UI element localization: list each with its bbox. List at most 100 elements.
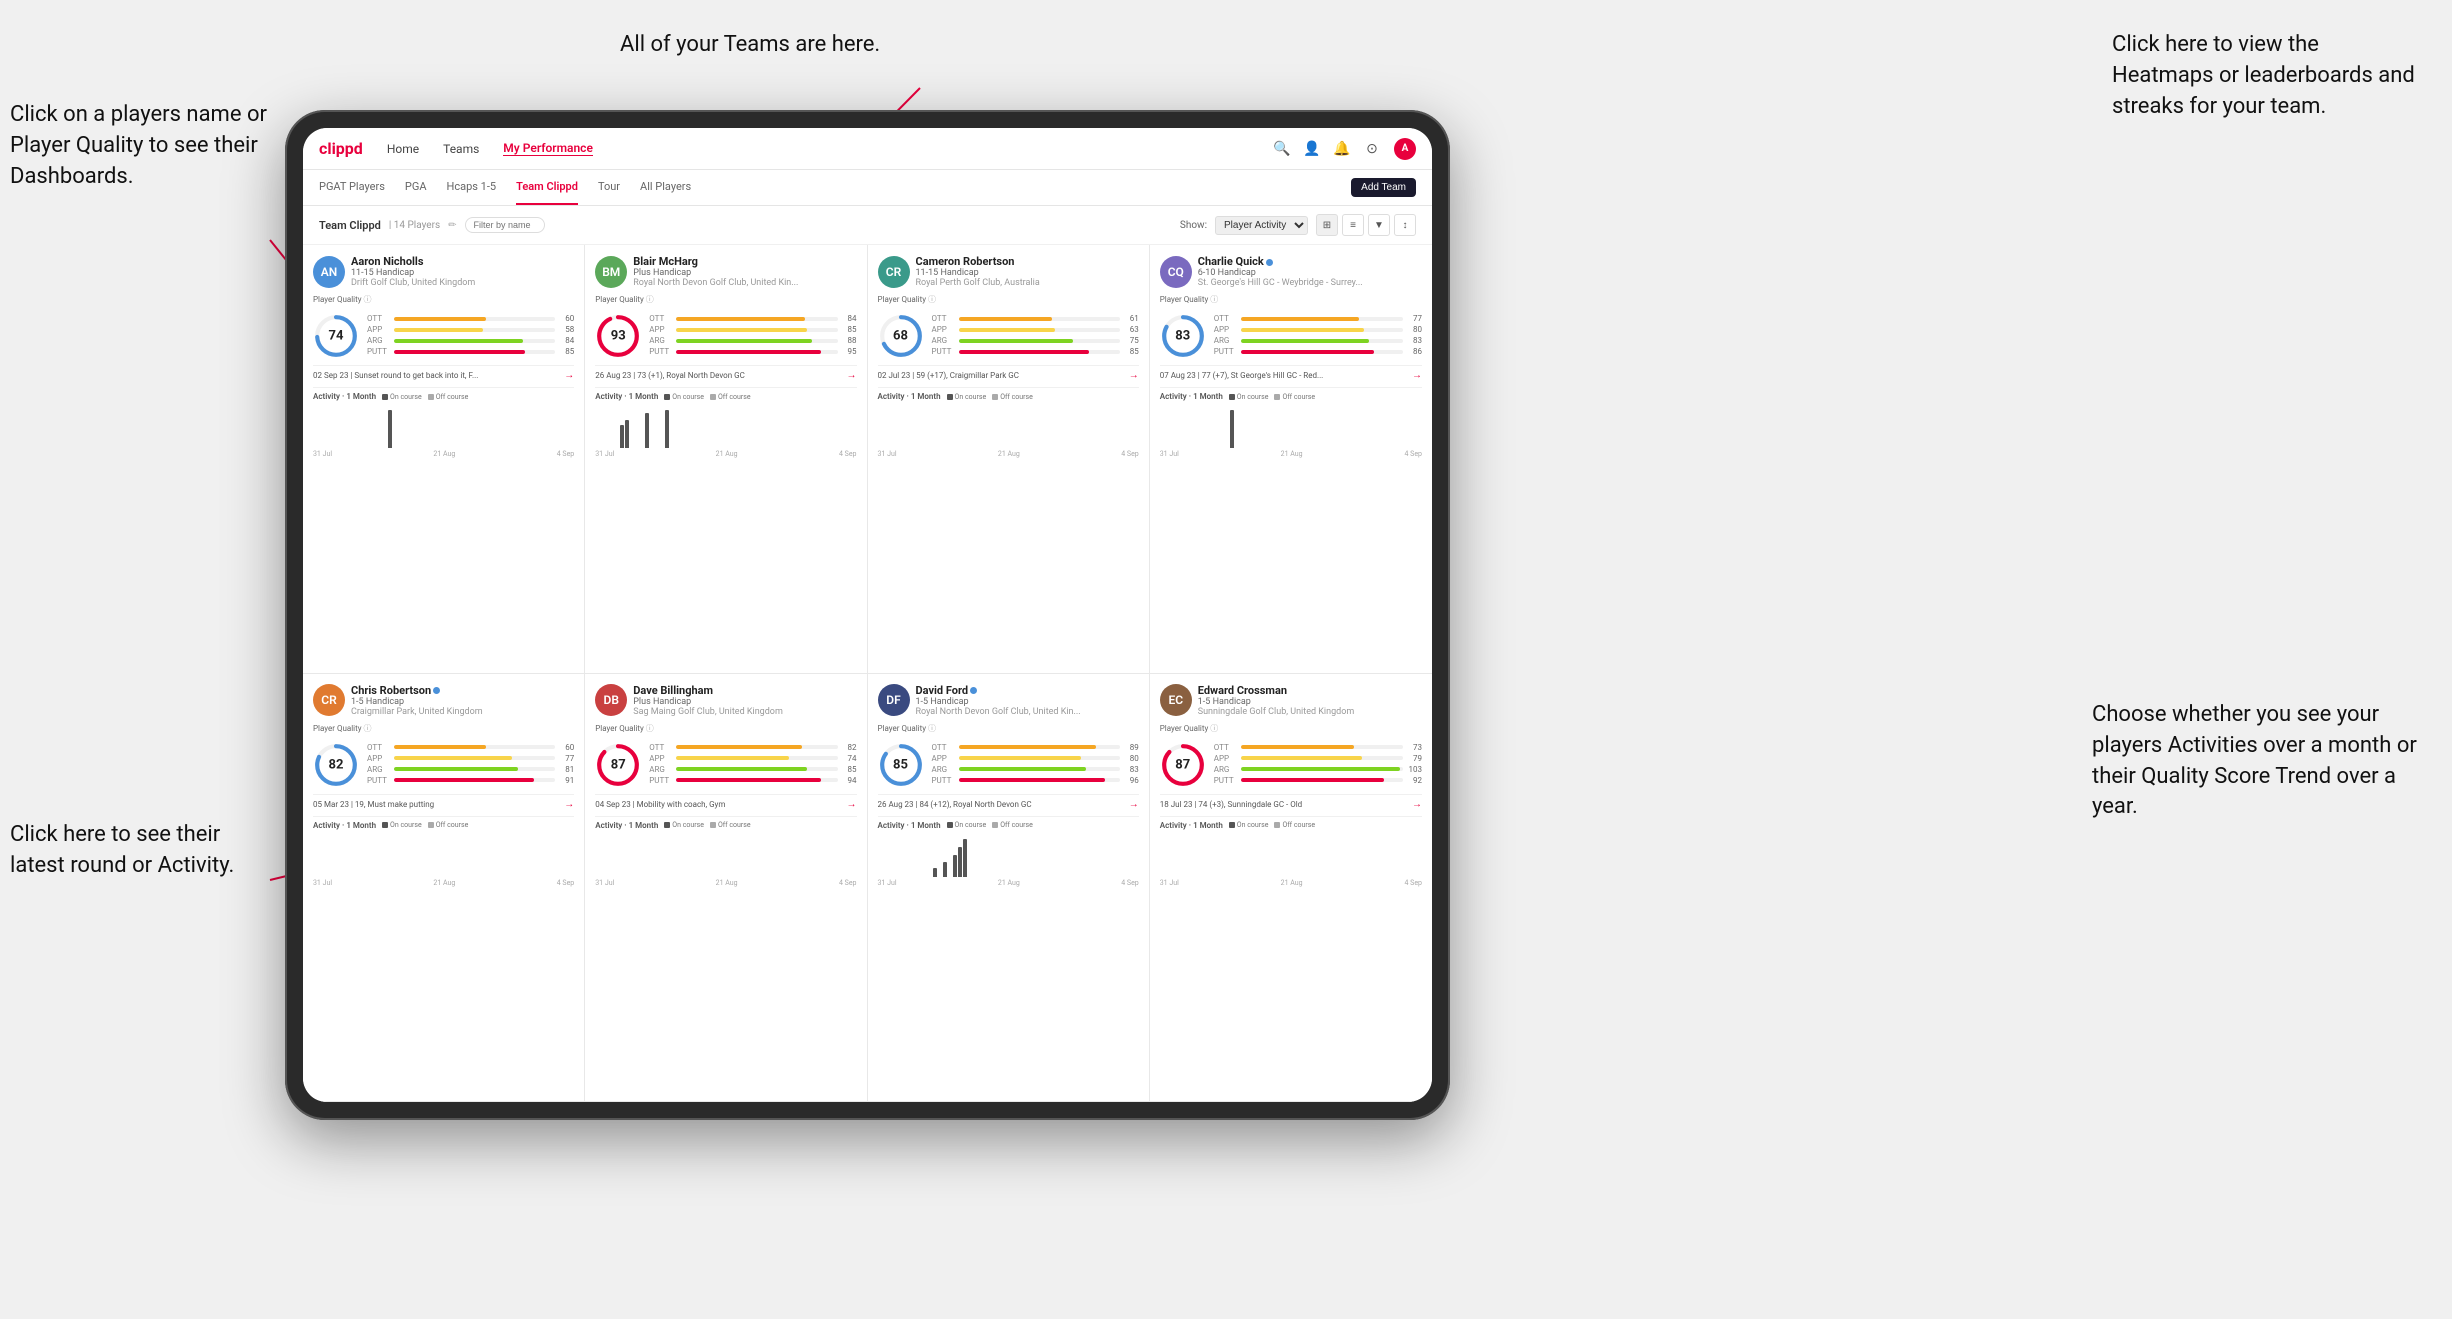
activity-title: Activity · 1 Month: [595, 392, 658, 401]
latest-round[interactable]: 02 Sep 23 | Sunset round to get back int…: [313, 365, 574, 381]
sort-button[interactable]: ↕: [1394, 214, 1416, 236]
grid-view-button[interactable]: ⊞: [1316, 214, 1338, 236]
tab-hcaps[interactable]: Hcaps 1-5: [447, 170, 497, 205]
tab-pgat[interactable]: PGAT Players: [319, 170, 385, 205]
player-card: CQ Charlie Quick 6-10 Handicap St. Georg…: [1150, 245, 1432, 674]
player-card: CR Cameron Robertson 11-15 Handicap Roya…: [868, 245, 1150, 674]
activity-title: Activity · 1 Month: [313, 392, 376, 401]
latest-round[interactable]: 26 Aug 23 | 73 (+1), Royal North Devon G…: [595, 365, 856, 381]
player-name[interactable]: Edward Crossman: [1198, 684, 1422, 697]
quality-circle[interactable]: 68: [878, 313, 924, 359]
quality-circle[interactable]: 87: [1160, 742, 1206, 788]
ipad-screen: clippd Home Teams My Performance 🔍 👤 🔔 ⊙…: [303, 128, 1432, 1102]
legend-on-course: On course: [1229, 393, 1269, 401]
player-header: AN Aaron Nicholls 11-15 Handicap Drift G…: [313, 255, 574, 288]
quality-label: Player Quality ⓘ: [1160, 723, 1422, 734]
add-team-button[interactable]: Add Team: [1351, 178, 1416, 197]
player-club: Drift Golf Club, United Kingdom: [351, 278, 574, 288]
player-name[interactable]: Blair McHarg: [633, 255, 856, 268]
player-card: BM Blair McHarg Plus Handicap Royal Nort…: [585, 245, 867, 674]
tab-all-players[interactable]: All Players: [640, 170, 691, 205]
stats-grid: OTT 61 APP 63 ARG 75 PUTT 85: [932, 314, 1139, 358]
subnav-right: Add Team: [1351, 178, 1416, 197]
player-handicap: 1-5 Handicap: [916, 697, 1139, 707]
player-card: EC Edward Crossman 1-5 Handicap Sunningd…: [1150, 674, 1432, 1103]
player-name[interactable]: David Ford: [916, 684, 1139, 697]
player-name[interactable]: Charlie Quick: [1198, 255, 1422, 268]
latest-round[interactable]: 26 Aug 23 | 84 (+12), Royal North Devon …: [878, 794, 1139, 810]
quality-number: 83: [1175, 329, 1190, 344]
player-header: CQ Charlie Quick 6-10 Handicap St. Georg…: [1160, 255, 1422, 288]
tab-pga[interactable]: PGA: [405, 170, 427, 205]
nav-item-performance[interactable]: My Performance: [503, 141, 593, 156]
person-icon[interactable]: 👤: [1304, 141, 1320, 157]
help-icon[interactable]: ⊙: [1364, 141, 1380, 157]
activity-chart: [878, 834, 1139, 879]
edit-icon[interactable]: ✏: [448, 220, 456, 231]
player-grid: AN Aaron Nicholls 11-15 Handicap Drift G…: [303, 245, 1432, 1102]
show-select[interactable]: Player Activity: [1215, 216, 1308, 235]
player-name[interactable]: Aaron Nicholls: [351, 255, 574, 268]
round-arrow[interactable]: →: [564, 370, 574, 381]
bell-icon[interactable]: 🔔: [1334, 141, 1350, 157]
activity-title: Activity · 1 Month: [1160, 392, 1223, 401]
latest-round[interactable]: 02 Jul 23 | 59 (+17), Craigmillar Park G…: [878, 365, 1139, 381]
list-view-button[interactable]: ≡: [1342, 214, 1364, 236]
player-name[interactable]: Cameron Robertson: [916, 255, 1139, 268]
activity-title: Activity · 1 Month: [595, 821, 658, 830]
player-avatar: BM: [595, 256, 627, 288]
player-handicap: Plus Handicap: [633, 268, 856, 278]
round-arrow[interactable]: →: [847, 799, 857, 810]
player-handicap: Plus Handicap: [633, 697, 856, 707]
latest-round[interactable]: 18 Jul 23 | 74 (+3), Sunningdale GC - Ol…: [1160, 794, 1422, 810]
view-icons: ⊞ ≡ ▼ ↕: [1316, 214, 1416, 236]
round-arrow[interactable]: →: [1412, 370, 1422, 381]
subnav: PGAT Players PGA Hcaps 1-5 Team Clippd T…: [303, 170, 1432, 206]
player-name[interactable]: Dave Billingham: [633, 684, 856, 697]
latest-round[interactable]: 04 Sep 23 | Mobility with coach, Gym →: [595, 794, 856, 810]
quality-label: Player Quality ⓘ: [878, 294, 1139, 305]
annotation-bottom-left: Click here to see their latest round or …: [10, 820, 280, 882]
quality-circle[interactable]: 74: [313, 313, 359, 359]
player-avatar: DF: [878, 684, 910, 716]
avatar-icon[interactable]: A: [1394, 138, 1416, 160]
player-avatar: CR: [878, 256, 910, 288]
quality-circle[interactable]: 85: [878, 742, 924, 788]
filter-input[interactable]: [465, 217, 545, 233]
player-header: DB Dave Billingham Plus Handicap Sag Mai…: [595, 684, 856, 717]
round-arrow[interactable]: →: [1129, 799, 1139, 810]
quality-section: 74 OTT 60 APP 58 ARG 84 PUTT 85: [313, 313, 574, 359]
round-arrow[interactable]: →: [1412, 799, 1422, 810]
legend-off-course: Off course: [992, 821, 1033, 829]
tab-team-clippd[interactable]: Team Clippd: [516, 170, 578, 205]
filter-button[interactable]: ▼: [1368, 214, 1390, 236]
activity-legend: On course Off course: [382, 821, 468, 829]
quality-label: Player Quality ⓘ: [878, 723, 1139, 734]
player-info: Dave Billingham Plus Handicap Sag Maing …: [633, 684, 856, 717]
quality-section: 87 OTT 82 APP 74 ARG 85 PUTT 94: [595, 742, 856, 788]
latest-round[interactable]: 07 Aug 23 | 77 (+7), St George's Hill GC…: [1160, 365, 1422, 381]
tab-tour[interactable]: Tour: [598, 170, 620, 205]
player-name[interactable]: Chris Robertson: [351, 684, 574, 697]
activity-legend: On course Off course: [1229, 393, 1315, 401]
round-arrow[interactable]: →: [1129, 370, 1139, 381]
round-arrow[interactable]: →: [564, 799, 574, 810]
chart-labels: 31 Jul 21 Aug 4 Sep: [595, 450, 856, 458]
nav-item-home[interactable]: Home: [387, 142, 419, 156]
quality-circle[interactable]: 83: [1160, 313, 1206, 359]
latest-round[interactable]: 05 Mar 23 | 19, Must make putting →: [313, 794, 574, 810]
player-header: CR Chris Robertson 1-5 Handicap Craigmil…: [313, 684, 574, 717]
activity-header: Activity · 1 Month On course Off course: [595, 821, 856, 830]
nav-item-teams[interactable]: Teams: [443, 142, 479, 156]
activity-title: Activity · 1 Month: [1160, 821, 1223, 830]
quality-circle[interactable]: 82: [313, 742, 359, 788]
activity-header: Activity · 1 Month On course Off course: [878, 392, 1139, 401]
player-header: CR Cameron Robertson 11-15 Handicap Roya…: [878, 255, 1139, 288]
chart-labels: 31 Jul 21 Aug 4 Sep: [878, 879, 1139, 887]
quality-circle[interactable]: 87: [595, 742, 641, 788]
quality-circle[interactable]: 93: [595, 313, 641, 359]
activity-section: Activity · 1 Month On course Off course …: [595, 816, 856, 887]
search-icon[interactable]: 🔍: [1274, 141, 1290, 157]
player-handicap: 1-5 Handicap: [1198, 697, 1422, 707]
round-arrow[interactable]: →: [847, 370, 857, 381]
